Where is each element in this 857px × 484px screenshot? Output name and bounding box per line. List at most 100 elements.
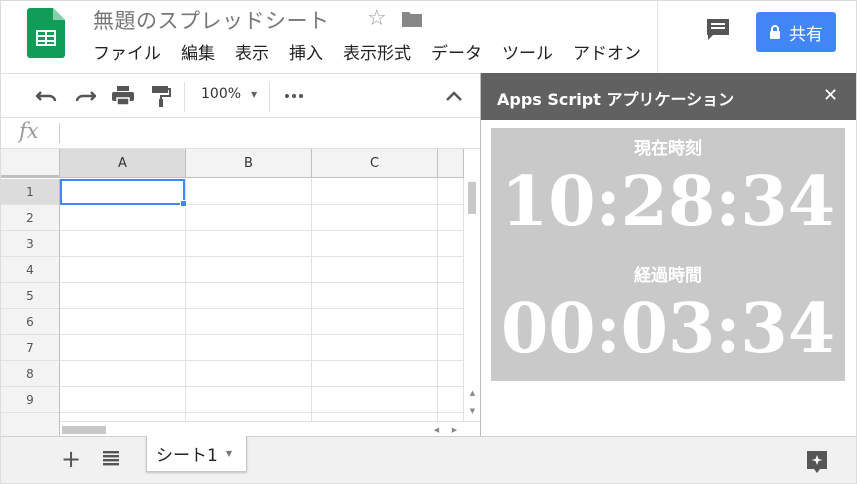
cell-c7[interactable] — [312, 335, 438, 361]
formula-bar: fx — [1, 118, 480, 149]
cell-a6[interactable] — [60, 309, 186, 335]
cell-d5[interactable] — [438, 283, 464, 309]
scroll-down-icon[interactable]: ▼ — [464, 403, 480, 418]
formula-divider — [59, 123, 60, 143]
star-icon[interactable]: ☆ — [367, 6, 387, 31]
cell-c3[interactable] — [312, 231, 438, 257]
cell-b2[interactable] — [186, 205, 312, 231]
cell-d9[interactable] — [438, 387, 464, 413]
column-header-c[interactable]: C — [312, 149, 438, 178]
cell-c5[interactable] — [312, 283, 438, 309]
current-time-value: 10:28:34 — [500, 162, 836, 242]
cell-b6[interactable] — [186, 309, 312, 335]
row-header-8[interactable]: 8 — [1, 361, 60, 387]
more-icon[interactable] — [282, 84, 306, 108]
row-header-1[interactable]: 1 — [1, 179, 60, 205]
cell-b8[interactable] — [186, 361, 312, 387]
row-header-10[interactable] — [1, 413, 60, 436]
cell-d4[interactable] — [438, 257, 464, 283]
cell-a4[interactable] — [60, 257, 186, 283]
row-header-4[interactable]: 4 — [1, 257, 60, 283]
cell-a9[interactable] — [60, 387, 186, 413]
cell-b7[interactable] — [186, 335, 312, 361]
toolbar: 100% ▼ — [1, 73, 480, 118]
elapsed-time-value: 00:03:34 — [500, 289, 836, 369]
column-header-b[interactable]: B — [186, 149, 312, 178]
cell-c6[interactable] — [312, 309, 438, 335]
menu-view[interactable]: 表示 — [235, 41, 269, 67]
explore-icon[interactable] — [805, 449, 829, 475]
redo-icon[interactable] — [73, 84, 97, 108]
vertical-scrollbar[interactable]: ▲ ▼ — [463, 178, 480, 421]
menu-data[interactable]: データ — [431, 41, 482, 67]
menu-insert[interactable]: 挿入 — [289, 41, 323, 67]
row-header-7[interactable]: 7 — [1, 335, 60, 361]
cell-a2[interactable] — [60, 205, 186, 231]
row-header-3[interactable]: 3 — [1, 231, 60, 257]
cell-c2[interactable] — [312, 205, 438, 231]
sheet-tab-1[interactable]: シート1 ▼ — [146, 436, 247, 472]
lock-icon — [770, 25, 780, 39]
close-icon[interactable]: ✕ — [823, 85, 838, 106]
cell-d8[interactable] — [438, 361, 464, 387]
cell-b1[interactable] — [186, 179, 312, 205]
cell-d6[interactable] — [438, 309, 464, 335]
row-header-5[interactable]: 5 — [1, 283, 60, 309]
sheet-tab-label: シート1 — [156, 446, 218, 466]
cell-b4[interactable] — [186, 257, 312, 283]
scroll-up-icon[interactable]: ▲ — [464, 385, 480, 400]
menu-format[interactable]: 表示形式 — [343, 41, 411, 67]
cell-a8[interactable] — [60, 361, 186, 387]
cell-a5[interactable] — [60, 283, 186, 309]
cell-a7[interactable] — [60, 335, 186, 361]
menu-tools[interactable]: ツール — [502, 41, 553, 67]
add-sheet-button[interactable]: + — [61, 445, 81, 473]
column-header-a[interactable]: A — [60, 149, 186, 178]
cell-c9[interactable] — [312, 387, 438, 413]
menu-edit[interactable]: 編集 — [181, 41, 215, 67]
comments-icon[interactable] — [705, 17, 731, 43]
print-icon[interactable] — [111, 84, 135, 108]
cell-b9[interactable] — [186, 387, 312, 413]
cell-b3[interactable] — [186, 231, 312, 257]
cell-c1[interactable] — [312, 179, 438, 205]
undo-icon[interactable] — [35, 84, 59, 108]
folder-icon[interactable] — [401, 10, 423, 28]
collapse-icon[interactable] — [442, 84, 466, 108]
zoom-select[interactable]: 100% — [201, 86, 241, 102]
row-header-2[interactable]: 2 — [1, 205, 60, 231]
cell-d2[interactable] — [438, 205, 464, 231]
paint-format-icon[interactable] — [149, 84, 173, 108]
elapsed-time-label: 経過時間 — [634, 266, 702, 286]
horizontal-scrollbar[interactable]: ◀ ▶ — [60, 421, 480, 436]
zoom-dropdown-icon[interactable]: ▼ — [251, 90, 257, 99]
menu-addons[interactable]: アドオン — [573, 41, 641, 67]
cell-b5[interactable] — [186, 283, 312, 309]
vertical-scroll-thumb[interactable] — [468, 182, 476, 214]
toolbar-divider — [269, 82, 270, 112]
row-header-6[interactable]: 6 — [1, 309, 60, 335]
column-header-d[interactable] — [438, 149, 464, 178]
share-label: 共有 — [789, 24, 823, 45]
cell-c8[interactable] — [312, 361, 438, 387]
sheet-bar: + シート1 ▼ — [1, 436, 856, 483]
select-all-corner[interactable] — [1, 149, 60, 178]
cell-d1[interactable] — [438, 179, 464, 205]
share-button[interactable]: 共有 — [756, 12, 836, 52]
cell-c4[interactable] — [312, 257, 438, 283]
spreadsheet-grid: A B C 1 2 3 4 5 6 7 8 9 ▲ ▼ ◀ ▶ — [1, 149, 480, 436]
scroll-right-icon[interactable]: ▶ — [446, 422, 463, 436]
document-title[interactable]: 無題のスプレッドシート — [93, 5, 330, 35]
horizontal-scroll-thumb[interactable] — [62, 426, 106, 434]
menu-file[interactable]: ファイル — [93, 41, 161, 67]
all-sheets-icon[interactable] — [102, 450, 120, 466]
sheets-logo-icon[interactable] — [27, 8, 65, 58]
row-header-9[interactable]: 9 — [1, 387, 60, 413]
scroll-left-icon[interactable]: ◀ — [428, 422, 445, 436]
cell-a3[interactable] — [60, 231, 186, 257]
fill-handle[interactable] — [180, 200, 187, 207]
cell-d3[interactable] — [438, 231, 464, 257]
cell-d7[interactable] — [438, 335, 464, 361]
sheet-menu-icon[interactable]: ▼ — [226, 449, 232, 458]
active-cell-a1[interactable] — [60, 179, 185, 205]
